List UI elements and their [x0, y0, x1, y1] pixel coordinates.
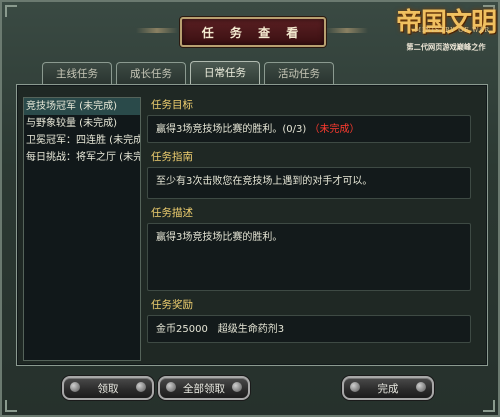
window-title: 任 务 查 看 [201, 25, 305, 40]
game-logo: 帝国文明 MINISTRY OF WAR 第二代网页游戏巅峰之作 [396, 8, 497, 64]
description-text: 赢得3场竞技场比赛的胜利。 [156, 232, 283, 243]
quest-list-item[interactable]: 与野象较量 (未完成) [24, 115, 140, 132]
quest-list-item[interactable]: 每日挑战：将军之厅 (未完成) [24, 149, 140, 166]
description-heading: 任务描述 [151, 207, 193, 219]
quest-window: 任 务 查 看 帝国文明 MINISTRY OF WAR 第二代网页游戏巅峰之作… [0, 0, 500, 417]
claim-button[interactable]: 领取 [62, 376, 154, 400]
goal-text: 赢得3场竞技场比赛的胜利。(0/3) [156, 124, 307, 135]
complete-button[interactable]: 完成 [342, 376, 434, 400]
logo-sub-text: MINISTRY OF WAR [414, 27, 490, 34]
claim-all-button[interactable]: 全部领取 [158, 376, 250, 400]
goal-heading: 任务目标 [151, 99, 193, 111]
tab-main-quest[interactable]: 主线任务 [42, 62, 112, 84]
goal-status: （未完成） [309, 124, 360, 135]
guide-box: 至少有3次击败您在竞技场上遇到的对手才可以。 [147, 167, 471, 199]
complete-button-label: 完成 [377, 383, 399, 395]
button-knob-icon [232, 382, 242, 392]
tab-daily-quest[interactable]: 日常任务 [190, 61, 260, 85]
quest-list-item[interactable]: 竞技场冠军 (未完成) [24, 98, 140, 115]
quest-details: 任务目标 赢得3场竞技场比赛的胜利。(0/3) （未完成） 任务指南 至少有3次… [145, 97, 471, 349]
description-box: 赢得3场竞技场比赛的胜利。 [147, 223, 471, 291]
reward-heading: 任务奖励 [151, 299, 193, 311]
guide-text: 至少有3次击败您在竞技场上遇到的对手才可以。 [156, 176, 373, 187]
quest-list: 竞技场冠军 (未完成) 与野象较量 (未完成) 卫冕冠军：四连胜 (未完成) 每… [23, 97, 141, 361]
button-knob-icon [166, 382, 176, 392]
tab-growth-quest[interactable]: 成长任务 [116, 62, 186, 84]
button-knob-icon [70, 382, 80, 392]
quest-list-item[interactable]: 卫冕冠军：四连胜 (未完成) [24, 132, 140, 149]
button-knob-icon [350, 382, 360, 392]
window-title-plate: 任 务 查 看 [180, 17, 326, 47]
logo-tagline: 第二代网页游戏巅峰之作 [406, 43, 486, 52]
guide-heading: 任务指南 [151, 151, 193, 163]
button-knob-icon [136, 382, 146, 392]
reward-text: 金币25000 超级生命药剂3 [156, 324, 285, 335]
frame-corner [5, 5, 17, 17]
title-ornament-left [136, 28, 178, 33]
goal-box: 赢得3场竞技场比赛的胜利。(0/3) （未完成） [147, 115, 471, 143]
claim-button-label: 领取 [97, 383, 119, 395]
quest-panel: 竞技场冠军 (未完成) 与野象较量 (未完成) 卫冕冠军：四连胜 (未完成) 每… [16, 84, 488, 366]
title-ornament-right [326, 28, 368, 33]
claim-all-button-label: 全部领取 [183, 383, 225, 395]
tab-event-quest[interactable]: 活动任务 [264, 62, 334, 84]
action-bar: 领取 全部领取 完成 [16, 370, 486, 406]
reward-box: 金币25000 超级生命药剂3 [147, 315, 471, 343]
button-knob-icon [416, 382, 426, 392]
